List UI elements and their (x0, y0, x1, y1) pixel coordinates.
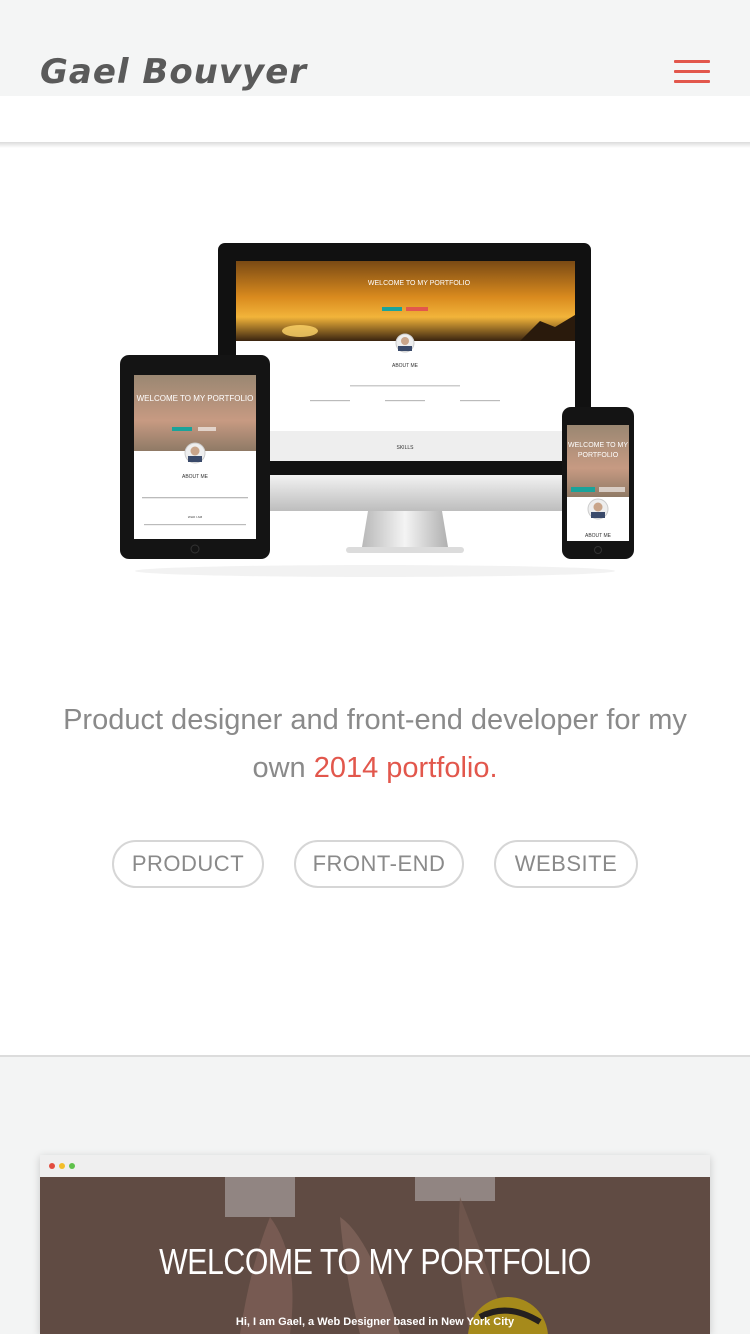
svg-text:ABOUT ME: ABOUT ME (182, 474, 209, 480)
desktop-monitor: WELCOME TO MY PORTFOLIO ABOUT ME SKILLS (218, 243, 591, 553)
svg-text:ABOUT ME: ABOUT ME (585, 533, 612, 539)
project-description: Product designer and front-end developer… (40, 696, 710, 792)
browser-toolbar (40, 1155, 710, 1177)
header-band (0, 96, 750, 144)
svg-text:WELCOME TO MY: WELCOME TO MY (568, 442, 628, 449)
tag-front-end[interactable]: FRONT-END (294, 840, 464, 888)
menu-bar (674, 60, 710, 63)
tag-product[interactable]: PRODUCT (112, 840, 264, 888)
preview-hero-subtitle: Hi, I am Gael, a Web Designer based in N… (235, 1316, 515, 1328)
description-accent-text: 2014 portfolio (313, 752, 490, 784)
device-mockup-image: WELCOME TO MY PORTFOLIO ABOUT ME SKILLS … (120, 243, 634, 577)
phone-device: WELCOME TO MY PORTFOLIO ABOUT ME (562, 407, 634, 559)
svg-text:SKILLS: SKILLS (397, 445, 415, 451)
svg-text:PORTFOLIO: PORTFOLIO (578, 452, 619, 459)
header-shadow (0, 142, 750, 148)
svg-text:ABOUT ME: ABOUT ME (392, 363, 419, 369)
preview-hero-title: WELCOME TO MY PORTFOLIO (159, 1241, 591, 1282)
menu-bar (674, 80, 710, 83)
site-header: Gael Bouvyer (0, 0, 750, 96)
description-suffix: . (489, 752, 498, 784)
browser-preview-frame: WELCOME TO MY PORTFOLIO Hi, I am Gael, a… (40, 1155, 710, 1334)
hamburger-menu-icon[interactable] (674, 58, 710, 86)
tag-website[interactable]: WEBSITE (494, 840, 638, 888)
window-close-dot (49, 1163, 55, 1169)
svg-text:WELCOME TO MY PORTFOLIO: WELCOME TO MY PORTFOLIO (137, 394, 254, 403)
tablet-device: WELCOME TO MY PORTFOLIO ABOUT ME WHO I A… (120, 355, 270, 559)
svg-text:WHO I AM: WHO I AM (188, 515, 203, 519)
window-minimize-dot (59, 1163, 65, 1169)
preview-hero: WELCOME TO MY PORTFOLIO Hi, I am Gael, a… (40, 1177, 710, 1334)
svg-text:WELCOME TO MY PORTFOLIO: WELCOME TO MY PORTFOLIO (368, 280, 471, 287)
window-maximize-dot (69, 1163, 75, 1169)
site-logo[interactable]: Gael Bouvyer (40, 52, 307, 92)
menu-bar (674, 70, 710, 73)
